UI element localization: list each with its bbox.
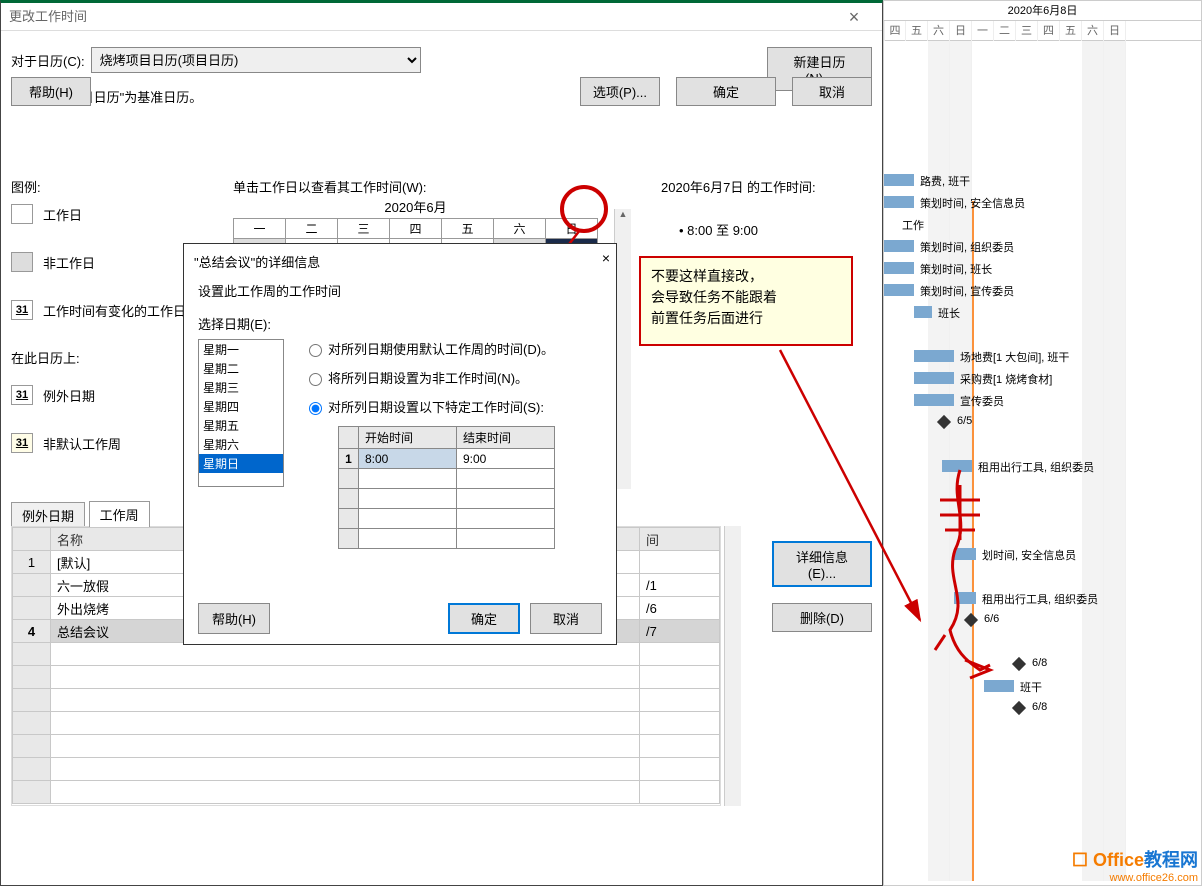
legend-swatch-exception: 31 [11,385,33,405]
calendar-caption: 单击工作日以查看其工作时间(W): [233,177,427,196]
annotation-note: 不要这样直接改， 会导致任务不能跟着 前置任务后面进行 [639,256,853,346]
legend-swatch-changed: 31 [11,300,33,320]
gantt-date-header: 2020年6月8日 [884,1,1201,21]
legend-swatch-nowork [11,252,33,272]
tab-exception-dates[interactable]: 例外日期 [11,502,85,528]
working-time-item: • 8:00 至 9:00 [679,220,816,239]
start-time-cell[interactable]: 8:00 [359,449,457,469]
dialog-title: 更改工作时间 [9,3,87,31]
gantt-label: 租用出行工具, 组织委员 [978,459,1094,475]
gantt-label: 6/5 [957,415,972,427]
gantt-label: 路费, 班干 [920,173,970,189]
gantt-bar [954,548,976,560]
list-item[interactable]: 星期二 [199,359,283,378]
details-button[interactable]: 详细信息(E)... [772,541,872,587]
gantt-label: 策划时间, 班长 [920,261,992,277]
options-button[interactable]: 选项(P)... [580,77,660,106]
working-time-panel: 2020年6月7日 的工作时间: • 8:00 至 9:00 [661,177,816,239]
legend-subtitle: 在此日历上: [11,348,191,367]
calendar-select[interactable]: 烧烤项目日历(项目日历) [91,47,421,73]
gantt-bar [954,592,976,604]
gantt-label: 划时间, 安全信息员 [982,547,1076,563]
radio-specific-times[interactable]: 对所列日期设置以下特定工作时间(S): [304,397,602,416]
table-row [13,758,720,781]
help-button[interactable]: 帮助(H) [11,77,91,106]
weekday-listbox[interactable]: 星期一 星期二 星期三 星期四 星期五 星期六 星期日 [198,339,284,487]
table-row [13,781,720,804]
delete-button[interactable]: 删除(D) [772,603,872,632]
details-title: "总结会议"的详细信息 [184,244,616,275]
legend-swatch-nondefault: 31 [11,433,33,453]
table-row [13,666,720,689]
gantt-bar [914,394,954,406]
legend-title: 图例: [11,177,191,196]
gantt-bar [884,196,914,208]
ok-button[interactable]: 确定 [448,603,520,634]
list-item-selected[interactable]: 星期日 [199,454,283,473]
legend-section: 图例: 工作日 非工作日 31工作时间有变化的工作日 在此日历上: 31例外日期… [11,177,191,481]
radio-nonworking[interactable]: 将所列日期设置为非工作时间(N)。 [304,368,602,387]
gantt-label: 班干 [1020,679,1042,695]
table-scrollbar[interactable] [724,526,741,806]
gantt-label: 6/8 [1032,701,1047,713]
gantt-label: 工作 [902,217,924,233]
gantt-label: 策划时间, 宣传委员 [920,283,1014,299]
cancel-button[interactable]: 取消 [530,603,602,634]
dialog-titlebar[interactable]: 更改工作时间 × [1,3,882,31]
gantt-label: 策划时间, 安全信息员 [920,195,1025,211]
list-item[interactable]: 星期三 [199,378,283,397]
calendar-label: 对于日历(C): [11,51,85,70]
gantt-label: 6/6 [984,613,999,625]
gantt-label: 场地费[1 大包间], 班干 [960,349,1069,365]
table-row [13,643,720,666]
ok-button[interactable]: 确定 [676,77,776,106]
details-dialog: × "总结会议"的详细信息 设置此工作周的工作时间 选择日期(E): 星期一 星… [183,243,617,645]
gantt-bar [884,262,914,274]
list-item[interactable]: 星期六 [199,435,283,454]
cancel-button[interactable]: 取消 [792,77,872,106]
list-item[interactable]: 星期四 [199,397,283,416]
tab-work-weeks[interactable]: 工作周 [89,501,150,527]
gantt-bar [914,372,954,384]
list-item[interactable]: 星期五 [199,416,283,435]
details-subtitle: 设置此工作周的工作时间 [198,281,602,300]
end-time-cell[interactable]: 9:00 [457,449,555,469]
gantt-label: 6/8 [1032,657,1047,669]
gantt-bar [942,460,972,472]
table-row [13,735,720,758]
gantt-label: 宣传委员 [960,393,1004,409]
tab-strip: 例外日期 工作周 [11,501,150,527]
table-row [13,689,720,712]
close-icon[interactable]: × [834,3,874,31]
select-dates-label: 选择日期(E): [198,314,284,333]
gantt-milestone [1012,657,1026,671]
gantt-bar [884,174,914,186]
gantt-milestone [1012,701,1026,715]
working-time-title: 2020年6月7日 的工作时间: [661,177,816,196]
close-icon[interactable]: × [602,250,610,266]
gantt-bar [884,240,914,252]
list-item[interactable]: 星期一 [199,340,283,359]
gantt-label: 采购费[1 烧烤食材] [960,371,1052,387]
gantt-bar [884,284,914,296]
gantt-label: 班长 [938,305,960,321]
help-button[interactable]: 帮助(H) [198,603,270,634]
legend-swatch-work [11,204,33,224]
gantt-bar [914,306,932,318]
working-times-grid[interactable]: 开始时间结束时间 18:009:00 [338,426,555,549]
watermark: ☐ Office教程网 www.office26.com [1072,846,1198,884]
gantt-chart: 2020年6月8日 四 五 六 日 一 二 三 四 五 六 日 路费, 班干策划… [883,0,1202,886]
radio-default-times[interactable]: 对所列日期使用默认工作周的时间(D)。 [304,339,602,358]
gantt-label: 策划时间, 组织委员 [920,239,1014,255]
gantt-day-header: 四 五 六 日 一 二 三 四 五 六 日 [884,21,1201,41]
gantt-label: 租用出行工具, 组织委员 [982,591,1098,607]
calendar-month-label: 2020年6月 [233,197,598,216]
gantt-bar [984,680,1014,692]
gantt-bar [914,350,954,362]
table-row [13,712,720,735]
